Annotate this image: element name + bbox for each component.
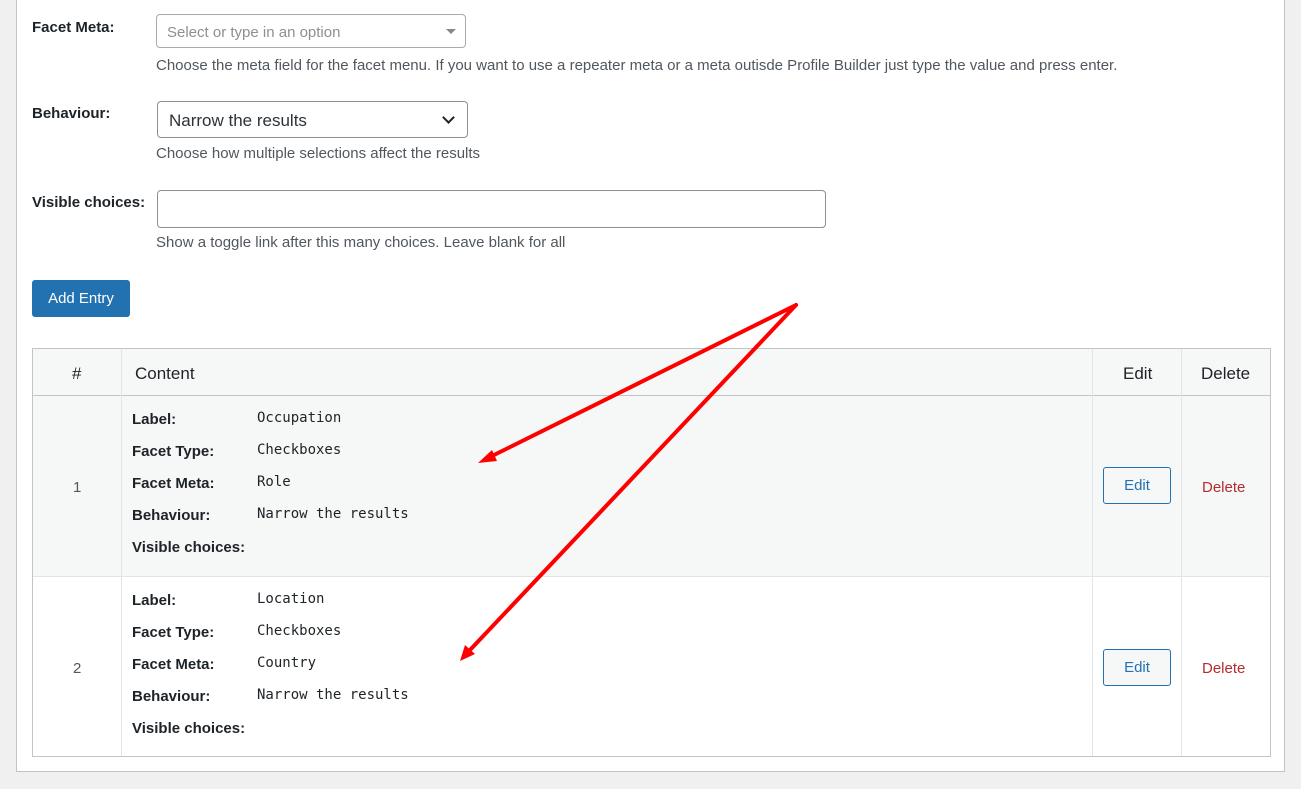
facet-meta-description: Choose the meta field for the facet menu… bbox=[156, 57, 1118, 74]
facet-meta-value: Role bbox=[257, 474, 291, 490]
visible-choices-key: Visible choices: bbox=[132, 720, 246, 737]
label-value: Occupation bbox=[257, 410, 342, 426]
behaviour-value: Narrow the results bbox=[257, 687, 409, 703]
table-row: 2 Label: Location Facet Type: Checkboxes… bbox=[33, 577, 1270, 756]
behaviour-select[interactable]: Narrow the results bbox=[157, 101, 468, 138]
row-number: 1 bbox=[73, 479, 82, 496]
header-delete: Delete bbox=[1201, 364, 1251, 383]
visible-choices-label: Visible choices: bbox=[32, 194, 146, 211]
facet-meta-value: Country bbox=[257, 655, 317, 671]
facet-meta-select[interactable]: Select or type in an option bbox=[156, 14, 466, 48]
facet-type-key: Facet Type: bbox=[132, 443, 215, 460]
table-row: 1 Label: Occupation Facet Type: Checkbox… bbox=[33, 396, 1270, 577]
dropdown-arrow-icon bbox=[446, 29, 456, 34]
visible-choices-description: Show a toggle link after this many choic… bbox=[156, 234, 566, 251]
behaviour-key: Behaviour: bbox=[132, 688, 211, 705]
add-entry-button[interactable]: Add Entry bbox=[32, 280, 130, 317]
delete-link[interactable]: Delete bbox=[1202, 660, 1245, 677]
column-divider bbox=[121, 349, 122, 756]
table-header: # Content Edit Delete bbox=[33, 349, 1270, 396]
visible-choices-key: Visible choices: bbox=[132, 539, 246, 556]
behaviour-selected-value: Narrow the results bbox=[169, 111, 307, 130]
visible-choices-input[interactable] bbox=[157, 190, 826, 228]
header-edit: Edit bbox=[1123, 364, 1153, 383]
facet-type-value: Checkboxes bbox=[257, 623, 342, 639]
label-key: Label: bbox=[132, 592, 177, 609]
chevron-down-icon bbox=[442, 111, 455, 124]
edit-button[interactable]: Edit bbox=[1103, 649, 1171, 686]
delete-link[interactable]: Delete bbox=[1202, 479, 1245, 496]
facet-meta-placeholder: Select or type in an option bbox=[167, 24, 341, 41]
entries-table: # Content Edit Delete 1 Label: Occupatio… bbox=[32, 348, 1271, 757]
facet-type-value: Checkboxes bbox=[257, 442, 342, 458]
facet-meta-key: Facet Meta: bbox=[132, 475, 215, 492]
header-num: # bbox=[72, 364, 82, 383]
facet-meta-key: Facet Meta: bbox=[132, 656, 215, 673]
label-key: Label: bbox=[132, 411, 177, 428]
column-divider bbox=[1092, 349, 1093, 756]
row-number: 2 bbox=[73, 660, 82, 677]
facet-type-key: Facet Type: bbox=[132, 624, 215, 641]
behaviour-value: Narrow the results bbox=[257, 506, 409, 522]
behaviour-label: Behaviour: bbox=[32, 105, 111, 122]
facet-meta-label: Facet Meta: bbox=[32, 19, 115, 36]
behaviour-key: Behaviour: bbox=[132, 507, 211, 524]
edit-button[interactable]: Edit bbox=[1103, 467, 1171, 504]
label-value: Location bbox=[257, 591, 325, 607]
column-divider bbox=[1181, 349, 1182, 756]
behaviour-description: Choose how multiple selections affect th… bbox=[156, 145, 481, 162]
header-content: Content bbox=[135, 364, 195, 383]
